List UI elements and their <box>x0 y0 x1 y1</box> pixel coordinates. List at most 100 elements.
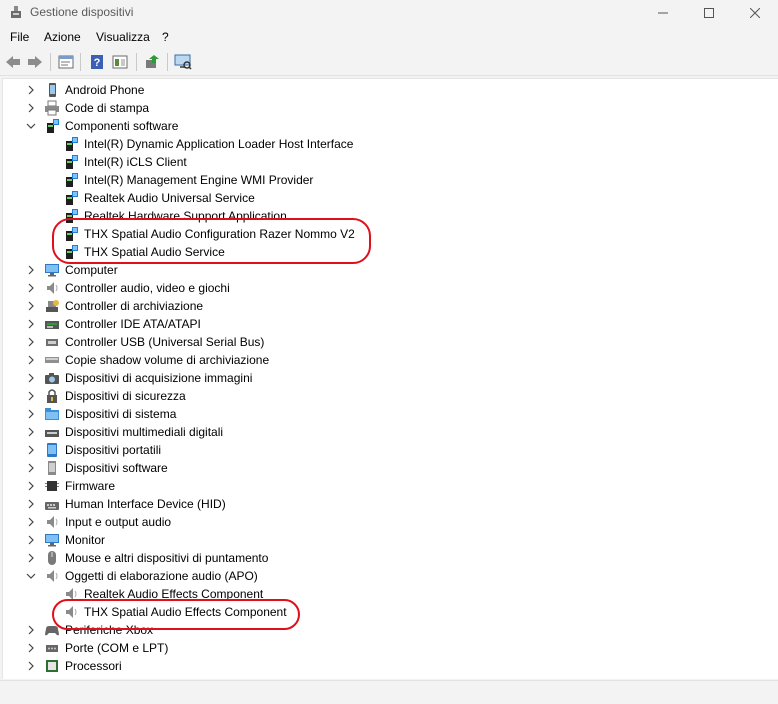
tree-device[interactable]: Intel(R) iCLS Client <box>3 153 773 171</box>
chevron-right-icon[interactable] <box>25 336 37 348</box>
chevron-right-icon[interactable] <box>25 534 37 546</box>
speaker-icon <box>47 570 58 582</box>
tree-category[interactable]: Mouse e altri dispositivi di puntamento <box>3 549 773 567</box>
chevron-right-icon[interactable] <box>25 660 37 672</box>
forward-button[interactable] <box>25 52 45 72</box>
chevron-right-icon[interactable] <box>25 498 37 510</box>
tree-item-label: Input e output audio <box>65 515 172 529</box>
tree-device[interactable]: Intel(R) Management Engine WMI Provider <box>3 171 773 189</box>
chevron-right-icon[interactable] <box>25 282 37 294</box>
tree-category[interactable]: Dispositivi di acquisizione immagini <box>3 369 773 387</box>
chevron-right-icon[interactable] <box>25 480 37 492</box>
back-button[interactable] <box>3 52 23 72</box>
chevron-right-icon[interactable] <box>25 390 37 402</box>
chevron-right-icon[interactable] <box>25 516 37 528</box>
tree-device[interactable]: Realtek Hardware Support Application <box>3 207 773 225</box>
tree-device[interactable]: Realtek Audio Universal Service <box>3 189 773 207</box>
tree-category[interactable]: Componenti software <box>3 117 773 135</box>
software-component-icon <box>66 209 78 223</box>
tree-category[interactable]: Porte (COM e LPT) <box>3 639 773 657</box>
tree-item-label: Computer <box>65 263 118 277</box>
tree-item-label: Firmware <box>65 479 115 493</box>
chevron-right-icon[interactable] <box>25 408 37 420</box>
tree-category[interactable]: Code di stampa <box>3 99 773 117</box>
tree-category[interactable]: Dispositivi multimediali digitali <box>3 423 773 441</box>
toolbar: ? <box>0 49 778 76</box>
tree-category[interactable]: Input e output audio <box>3 513 773 531</box>
tree-category[interactable]: Human Interface Device (HID) <box>3 495 773 513</box>
chevron-right-icon[interactable] <box>25 444 37 456</box>
device-tree[interactable]: Android Phone Code di stampa Componenti so… <box>2 78 778 679</box>
tree-item-label: Porte (COM e LPT) <box>65 641 169 655</box>
menu-help[interactable]: ? <box>162 30 169 44</box>
update-driver-icon <box>146 55 159 68</box>
chevron-right-icon[interactable] <box>25 354 37 366</box>
tree-category[interactable]: Controller audio, video e giochi <box>3 279 773 297</box>
chevron-right-icon[interactable] <box>25 642 37 654</box>
tree-device[interactable]: Intel(R) Dynamic Application Loader Host… <box>3 135 773 153</box>
tree-item-label: Mouse e altri dispositivi di puntamento <box>65 551 269 565</box>
tree-category[interactable]: Dispositivi software <box>3 459 773 477</box>
chevron-right-icon[interactable] <box>25 84 37 96</box>
minimize-icon <box>658 12 668 14</box>
tree-category[interactable]: Dispositivi di sistema <box>3 405 773 423</box>
tree-device[interactable]: THX Spatial Audio Configuration Razer No… <box>3 225 773 243</box>
tree-item-label: Controller di archiviazione <box>65 299 204 313</box>
chevron-right-icon[interactable] <box>25 264 37 276</box>
speaker-icon <box>66 588 77 600</box>
update-driver-button[interactable] <box>142 52 162 72</box>
chevron-right-icon[interactable] <box>25 318 37 330</box>
tree-item-label: Human Interface Device (HID) <box>65 497 226 511</box>
chevron-right-icon[interactable] <box>25 462 37 474</box>
toolbar-separator <box>80 53 81 71</box>
tree-category[interactable]: Copie shadow volume di archiviazione <box>3 351 773 369</box>
tree-item-label: Dispositivi portatili <box>65 443 162 457</box>
tree-category[interactable]: Periferiche Xbox <box>3 621 773 639</box>
chevron-right-icon[interactable] <box>25 300 37 312</box>
chevron-down-icon[interactable] <box>25 120 37 132</box>
tree-device[interactable]: Realtek Audio Effects Component <box>3 585 773 603</box>
software-component-icon <box>66 155 78 169</box>
chevron-right-icon[interactable] <box>25 552 37 564</box>
menu-visualizza[interactable]: Visualizza <box>96 30 150 44</box>
chevron-down-icon[interactable] <box>25 570 37 582</box>
menu-azione[interactable]: Azione <box>44 30 81 44</box>
tree-category[interactable]: Controller IDE ATA/ATAPI <box>3 315 773 333</box>
processor-icon <box>46 660 58 672</box>
help-button[interactable]: ? <box>87 52 107 72</box>
tree-item-label: Code di stampa <box>65 101 150 115</box>
tree-category[interactable]: Android Phone <box>3 81 773 99</box>
menu-file[interactable]: File <box>10 30 29 44</box>
tree-category[interactable]: Firmware <box>3 477 773 495</box>
tree-category[interactable]: Computer <box>3 261 773 279</box>
tree-category[interactable]: Dispositivi di sicurezza <box>3 387 773 405</box>
maximize-button[interactable] <box>686 0 732 26</box>
tree-category[interactable]: Controller di archiviazione <box>3 297 773 315</box>
tree-item-label: Monitor <box>65 533 106 547</box>
tree-item-label: Realtek Audio Universal Service <box>84 191 255 205</box>
software-component-icon <box>66 245 78 259</box>
tree-category[interactable]: Oggetti di elaborazione audio (APO) <box>3 567 773 585</box>
chevron-right-icon[interactable] <box>25 624 37 636</box>
close-button[interactable] <box>732 0 778 26</box>
usb-icon <box>46 339 58 346</box>
tree-category[interactable]: Controller USB (Universal Serial Bus) <box>3 333 773 351</box>
tree-category[interactable]: Monitor <box>3 531 773 549</box>
tree-item-label: THX Spatial Audio Effects Component <box>84 605 287 619</box>
chevron-right-icon[interactable] <box>25 426 37 438</box>
chevron-right-icon[interactable] <box>25 102 37 114</box>
tree-category[interactable]: Dispositivi portatili <box>3 441 773 459</box>
tree-device[interactable]: THX Spatial Audio Service <box>3 243 773 261</box>
tree-item-label: Controller USB (Universal Serial Bus) <box>65 335 265 349</box>
camera-icon <box>45 373 59 384</box>
tree-item-label: Periferiche Xbox <box>65 623 154 637</box>
title-bar: Gestione dispositivi <box>0 0 778 26</box>
chevron-right-icon[interactable] <box>25 372 37 384</box>
minimize-button[interactable] <box>640 0 686 26</box>
tree-category[interactable]: Processori <box>3 657 773 675</box>
toolbar-separator <box>50 53 51 71</box>
scan-hardware-button[interactable] <box>173 52 193 72</box>
tree-device[interactable]: THX Spatial Audio Effects Component <box>3 603 773 621</box>
show-hidden-button[interactable] <box>110 52 130 72</box>
properties-button[interactable] <box>56 52 76 72</box>
